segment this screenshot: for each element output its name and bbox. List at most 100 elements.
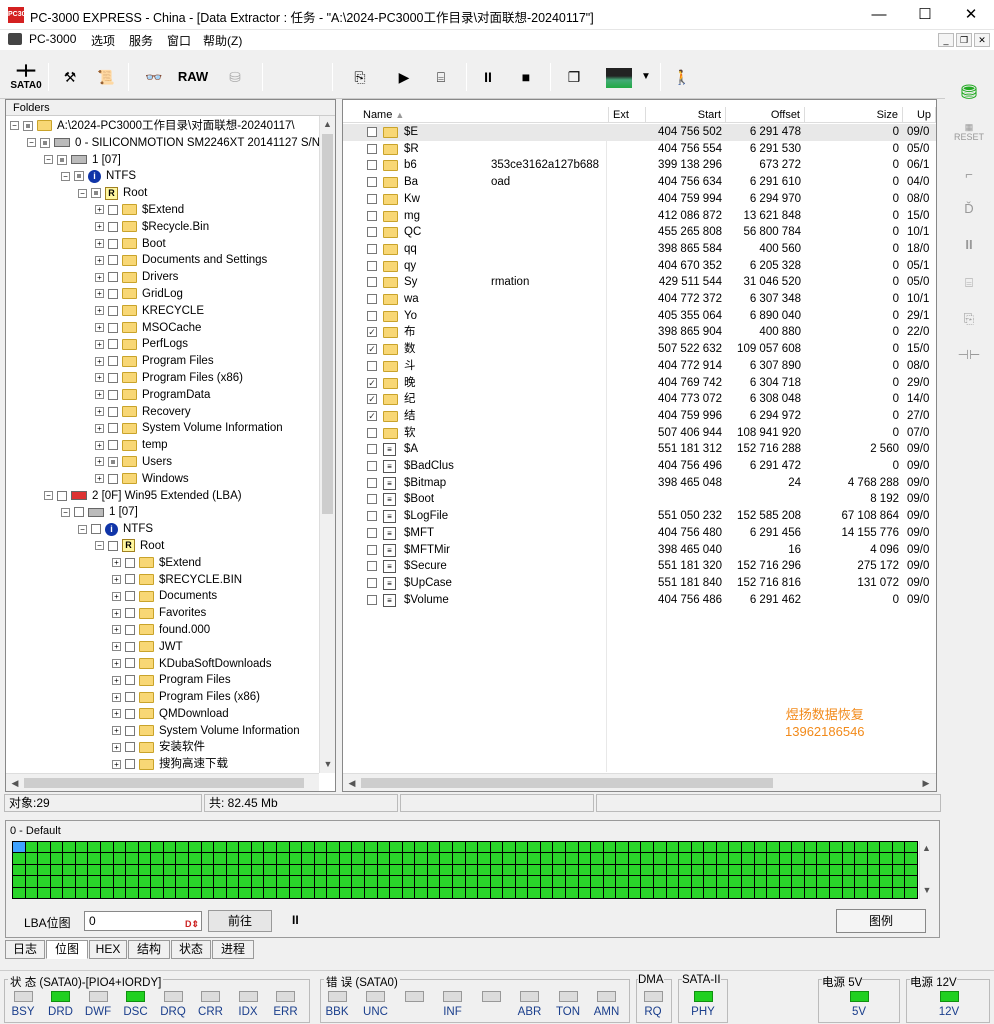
file-checkbox[interactable] bbox=[367, 394, 377, 405]
file-row[interactable]: 结 404 759 996 6 294 972 0 27/0 bbox=[343, 408, 936, 425]
expand-icon[interactable]: + bbox=[95, 289, 104, 299]
lba-bitmap-grid[interactable] bbox=[12, 841, 918, 899]
tree-checkbox[interactable] bbox=[108, 255, 118, 266]
tree-checkbox[interactable] bbox=[125, 624, 135, 635]
file-row[interactable]: Yo 405 355 064 6 890 040 0 29/1 bbox=[343, 308, 936, 325]
file-checkbox[interactable] bbox=[367, 427, 377, 438]
file-row[interactable]: Ba oad 404 756 634 6 291 610 0 04/0 bbox=[343, 174, 936, 191]
file-row[interactable]: 纪 404 773 072 6 308 048 0 14/0 bbox=[343, 391, 936, 408]
file-checkbox[interactable] bbox=[367, 594, 377, 605]
expand-icon[interactable]: + bbox=[112, 625, 121, 635]
file-checkbox[interactable] bbox=[367, 344, 377, 355]
expand-icon[interactable]: + bbox=[112, 591, 121, 601]
tree-checkbox[interactable] bbox=[125, 708, 135, 719]
tree-checkbox[interactable] bbox=[91, 524, 101, 535]
scrollbar-thumb[interactable] bbox=[361, 778, 773, 788]
menu-service[interactable]: 服务 bbox=[129, 32, 153, 49]
tree-checkbox[interactable] bbox=[108, 440, 118, 451]
collapse-icon[interactable]: − bbox=[61, 507, 70, 517]
collapse-icon[interactable]: − bbox=[44, 491, 53, 500]
file-checkbox[interactable] bbox=[367, 577, 377, 588]
lba-input[interactable]: 0 D⇕ bbox=[84, 911, 202, 931]
tab-state[interactable]: 状态 bbox=[171, 940, 211, 959]
file-row[interactable]: QC 455 265 808 56 800 784 0 10/1 bbox=[343, 224, 936, 241]
file-checkbox[interactable] bbox=[367, 260, 377, 271]
tab-hex[interactable]: HEX bbox=[89, 940, 127, 959]
expand-icon[interactable]: + bbox=[112, 692, 121, 702]
file-row[interactable]: ≡ $Bitmap 398 465 048 24 4 768 288 09/0 bbox=[343, 475, 936, 492]
collapse-icon[interactable]: − bbox=[10, 121, 19, 131]
file-checkbox[interactable] bbox=[367, 544, 377, 555]
scroll-down-arrow[interactable]: ▼ bbox=[320, 756, 336, 772]
file-checkbox[interactable] bbox=[367, 227, 377, 238]
expand-icon[interactable]: + bbox=[95, 222, 104, 232]
tree-checkbox[interactable] bbox=[108, 372, 118, 383]
column-offset[interactable]: Offset bbox=[726, 107, 805, 123]
tree-checkbox[interactable] bbox=[108, 456, 118, 467]
tree-checkbox[interactable] bbox=[108, 204, 118, 215]
tree-checkbox[interactable] bbox=[108, 288, 118, 299]
tree-checkbox[interactable] bbox=[125, 759, 135, 770]
expand-icon[interactable]: + bbox=[95, 440, 104, 450]
file-row[interactable]: ≡ $UpCase 551 181 840 152 716 816 131 072 09/… bbox=[343, 575, 936, 592]
power-connector-icon[interactable]: ⌐ bbox=[954, 160, 984, 190]
tree-node[interactable]: + Users bbox=[10, 454, 320, 471]
chevron-down-icon[interactable]: ▼ bbox=[638, 61, 654, 93]
tree-node[interactable]: + $Extend bbox=[10, 555, 320, 572]
maximize-button[interactable]: ☐ bbox=[902, 0, 948, 30]
expand-icon[interactable]: + bbox=[95, 306, 104, 316]
tree-node[interactable]: + GridLog bbox=[10, 286, 320, 303]
file-checkbox[interactable] bbox=[367, 360, 377, 371]
file-row[interactable]: 晚 404 769 742 6 304 718 0 29/0 bbox=[343, 375, 936, 392]
tree-node[interactable]: + $RECYCLE.BIN bbox=[10, 572, 320, 589]
tree-checkbox[interactable] bbox=[108, 406, 118, 417]
expand-icon[interactable]: + bbox=[112, 642, 121, 652]
collapse-icon[interactable]: − bbox=[61, 171, 70, 181]
collapse-icon[interactable]: − bbox=[44, 155, 53, 165]
tree-checkbox[interactable] bbox=[23, 120, 33, 131]
expand-icon[interactable]: + bbox=[112, 608, 121, 618]
file-checkbox[interactable] bbox=[367, 277, 377, 288]
file-row[interactable]: ≡ $BadClus 404 756 496 6 291 472 0 09/0 bbox=[343, 458, 936, 475]
scroll-document-icon[interactable]: 📜 bbox=[92, 61, 120, 93]
legend-button[interactable]: 图例 bbox=[836, 909, 926, 933]
tree-node[interactable]: + $Extend bbox=[10, 202, 320, 219]
collapse-icon[interactable]: − bbox=[78, 524, 87, 534]
tree-checkbox[interactable] bbox=[57, 490, 67, 501]
scrollbar-thumb[interactable] bbox=[24, 778, 304, 788]
file-checkbox[interactable] bbox=[367, 210, 377, 221]
tree-checkbox[interactable] bbox=[108, 389, 118, 400]
tree-node[interactable]: + System Volume Information bbox=[10, 723, 320, 740]
tree-checkbox[interactable] bbox=[125, 742, 135, 753]
tree-checkbox[interactable] bbox=[108, 305, 118, 316]
windows-icon[interactable]: ❐ bbox=[560, 61, 588, 93]
tree-node[interactable]: + KDubaSoftDownloads bbox=[10, 656, 320, 673]
file-checkbox[interactable] bbox=[367, 243, 377, 254]
tree-node[interactable]: + Program Files (x86) bbox=[10, 689, 320, 706]
tree-node[interactable]: + found.000 bbox=[10, 622, 320, 639]
tree-node[interactable]: + $Recycle.Bin bbox=[10, 219, 320, 236]
scroll-up-arrow[interactable]: ▲ bbox=[320, 116, 335, 132]
file-checkbox[interactable] bbox=[367, 294, 377, 304]
close-button[interactable]: ✕ bbox=[948, 0, 994, 30]
column-name[interactable]: Name ▲ bbox=[359, 107, 609, 123]
menu-pc3000[interactable]: PC-3000 bbox=[29, 32, 76, 46]
tree-node[interactable]: − R Root bbox=[10, 185, 320, 202]
tab-structure[interactable]: 结构 bbox=[128, 940, 170, 959]
expand-icon[interactable]: + bbox=[95, 356, 104, 366]
file-row[interactable]: 斗 404 772 914 6 307 890 0 08/0 bbox=[343, 358, 936, 375]
tree-node[interactable]: − 0 - SILICONMOTION SM2246XT 20141127 S/N… bbox=[10, 135, 320, 152]
file-checkbox[interactable] bbox=[367, 410, 377, 421]
hex-dec-toggle-icon[interactable]: D⇕ bbox=[185, 915, 199, 933]
file-row[interactable]: ≡ $MFTMir 398 465 040 16 4 096 09/0 bbox=[343, 542, 936, 559]
tree-node[interactable]: + Documents bbox=[10, 588, 320, 605]
file-checkbox[interactable] bbox=[367, 127, 377, 137]
tree-node[interactable]: − 1 [07] bbox=[10, 504, 320, 521]
expand-icon[interactable]: + bbox=[95, 474, 104, 484]
file-checkbox[interactable] bbox=[367, 561, 377, 572]
tree-node[interactable]: + System Volume Information bbox=[10, 420, 320, 437]
tree-checkbox[interactable] bbox=[125, 725, 135, 736]
tree-checkbox[interactable] bbox=[40, 137, 50, 148]
file-row[interactable]: mg 412 086 872 13 621 848 0 15/0 bbox=[343, 208, 936, 225]
file-checkbox[interactable] bbox=[367, 177, 377, 188]
